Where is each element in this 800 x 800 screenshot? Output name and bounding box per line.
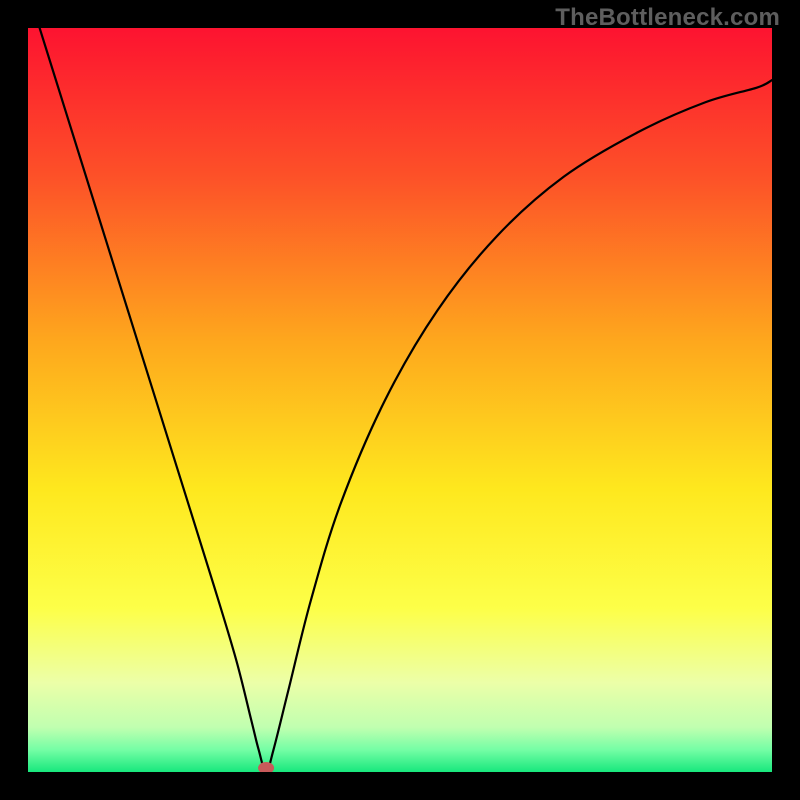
chart-container: TheBottleneck.com (0, 0, 800, 800)
plot-area (28, 28, 772, 772)
chart-svg (28, 28, 772, 772)
gradient-background (28, 28, 772, 772)
